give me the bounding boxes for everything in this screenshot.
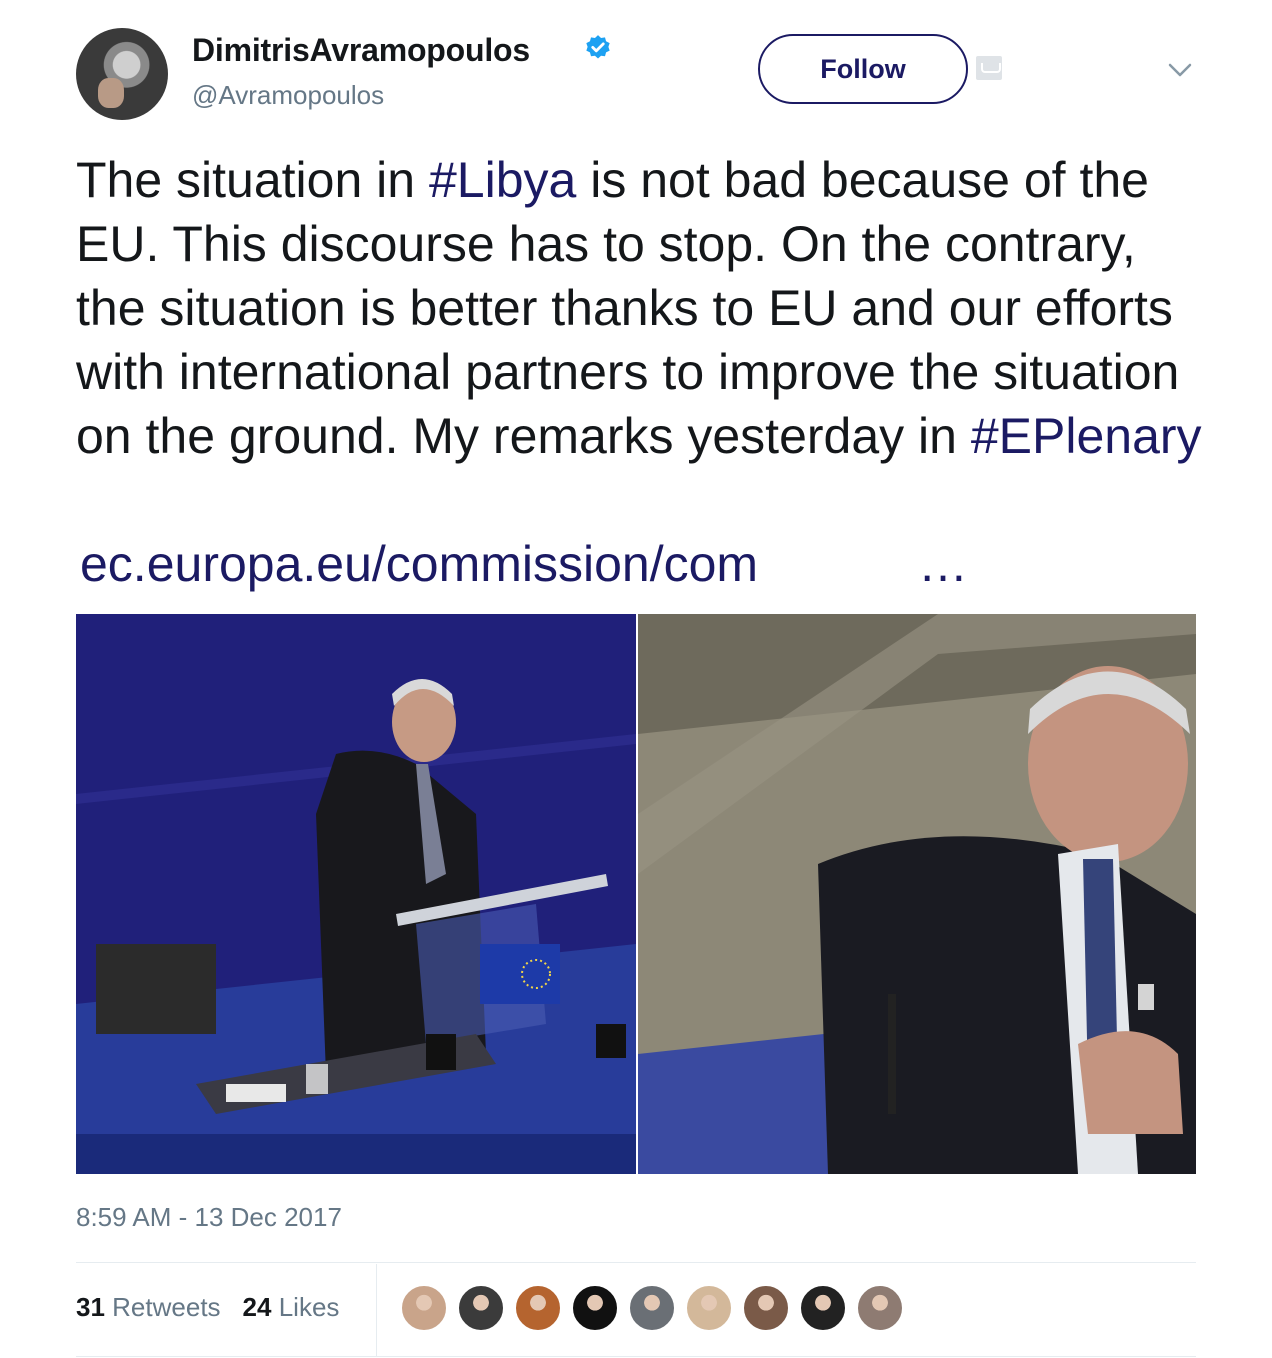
hashtag-libya[interactable]: #Libya [429,152,576,208]
tweet-photo-2[interactable] [638,614,1196,1174]
liker-avatar-5[interactable] [628,1284,676,1332]
liker-avatar-7[interactable] [742,1284,790,1332]
retweets-label: Retweets [112,1292,221,1322]
likes-count: 24 [242,1292,272,1322]
liker-avatar-4[interactable] [571,1284,619,1332]
tweet-url-link[interactable]: ec.europa.eu/commission/com [80,532,758,596]
verified-badge-icon [586,35,610,59]
user-display-name[interactable]: DimitrisAvramopoulos [192,32,530,69]
liker-avatar-8[interactable] [799,1284,847,1332]
liker-avatar-1[interactable] [400,1284,448,1332]
tweet-text-part: The situation in [76,152,429,208]
tweet-link-ellipsis[interactable]: … [918,532,968,596]
likes-label: Likes [278,1292,340,1322]
photo-2-scene [638,614,1196,1174]
tweet-timestamp[interactable]: 8:59 AM - 13 Dec 2017 [76,1202,342,1233]
divider-top [76,1262,1196,1263]
follow-button[interactable]: Follow [758,34,968,104]
retweets-stat[interactable]: 31 Retweets [76,1292,221,1323]
likes-stat[interactable]: 24 Likes [243,1292,340,1323]
tweet-stats: 31 Retweets 24 Likes [76,1292,339,1323]
liker-avatar-2[interactable] [457,1284,505,1332]
chevron-down-icon[interactable] [1164,54,1196,86]
user-handle[interactable]: @Avramopoulos [192,80,384,111]
direct-message-icon[interactable] [976,56,1002,80]
profile-avatar[interactable] [76,28,168,120]
stats-separator [376,1264,377,1356]
divider-bottom [76,1356,1196,1357]
tweet-photo-1[interactable] [76,614,636,1174]
tweet-text: The situation in #Libya is not bad becau… [76,148,1206,468]
avatar-hand-shape [98,78,124,108]
liker-avatar-9[interactable] [856,1284,904,1332]
photo-1-scene [76,614,636,1174]
liker-avatar-3[interactable] [514,1284,562,1332]
hashtag-eplenary[interactable]: #EPlenary [971,408,1202,464]
liker-avatar-6[interactable] [685,1284,733,1332]
retweets-count: 31 [76,1292,105,1322]
